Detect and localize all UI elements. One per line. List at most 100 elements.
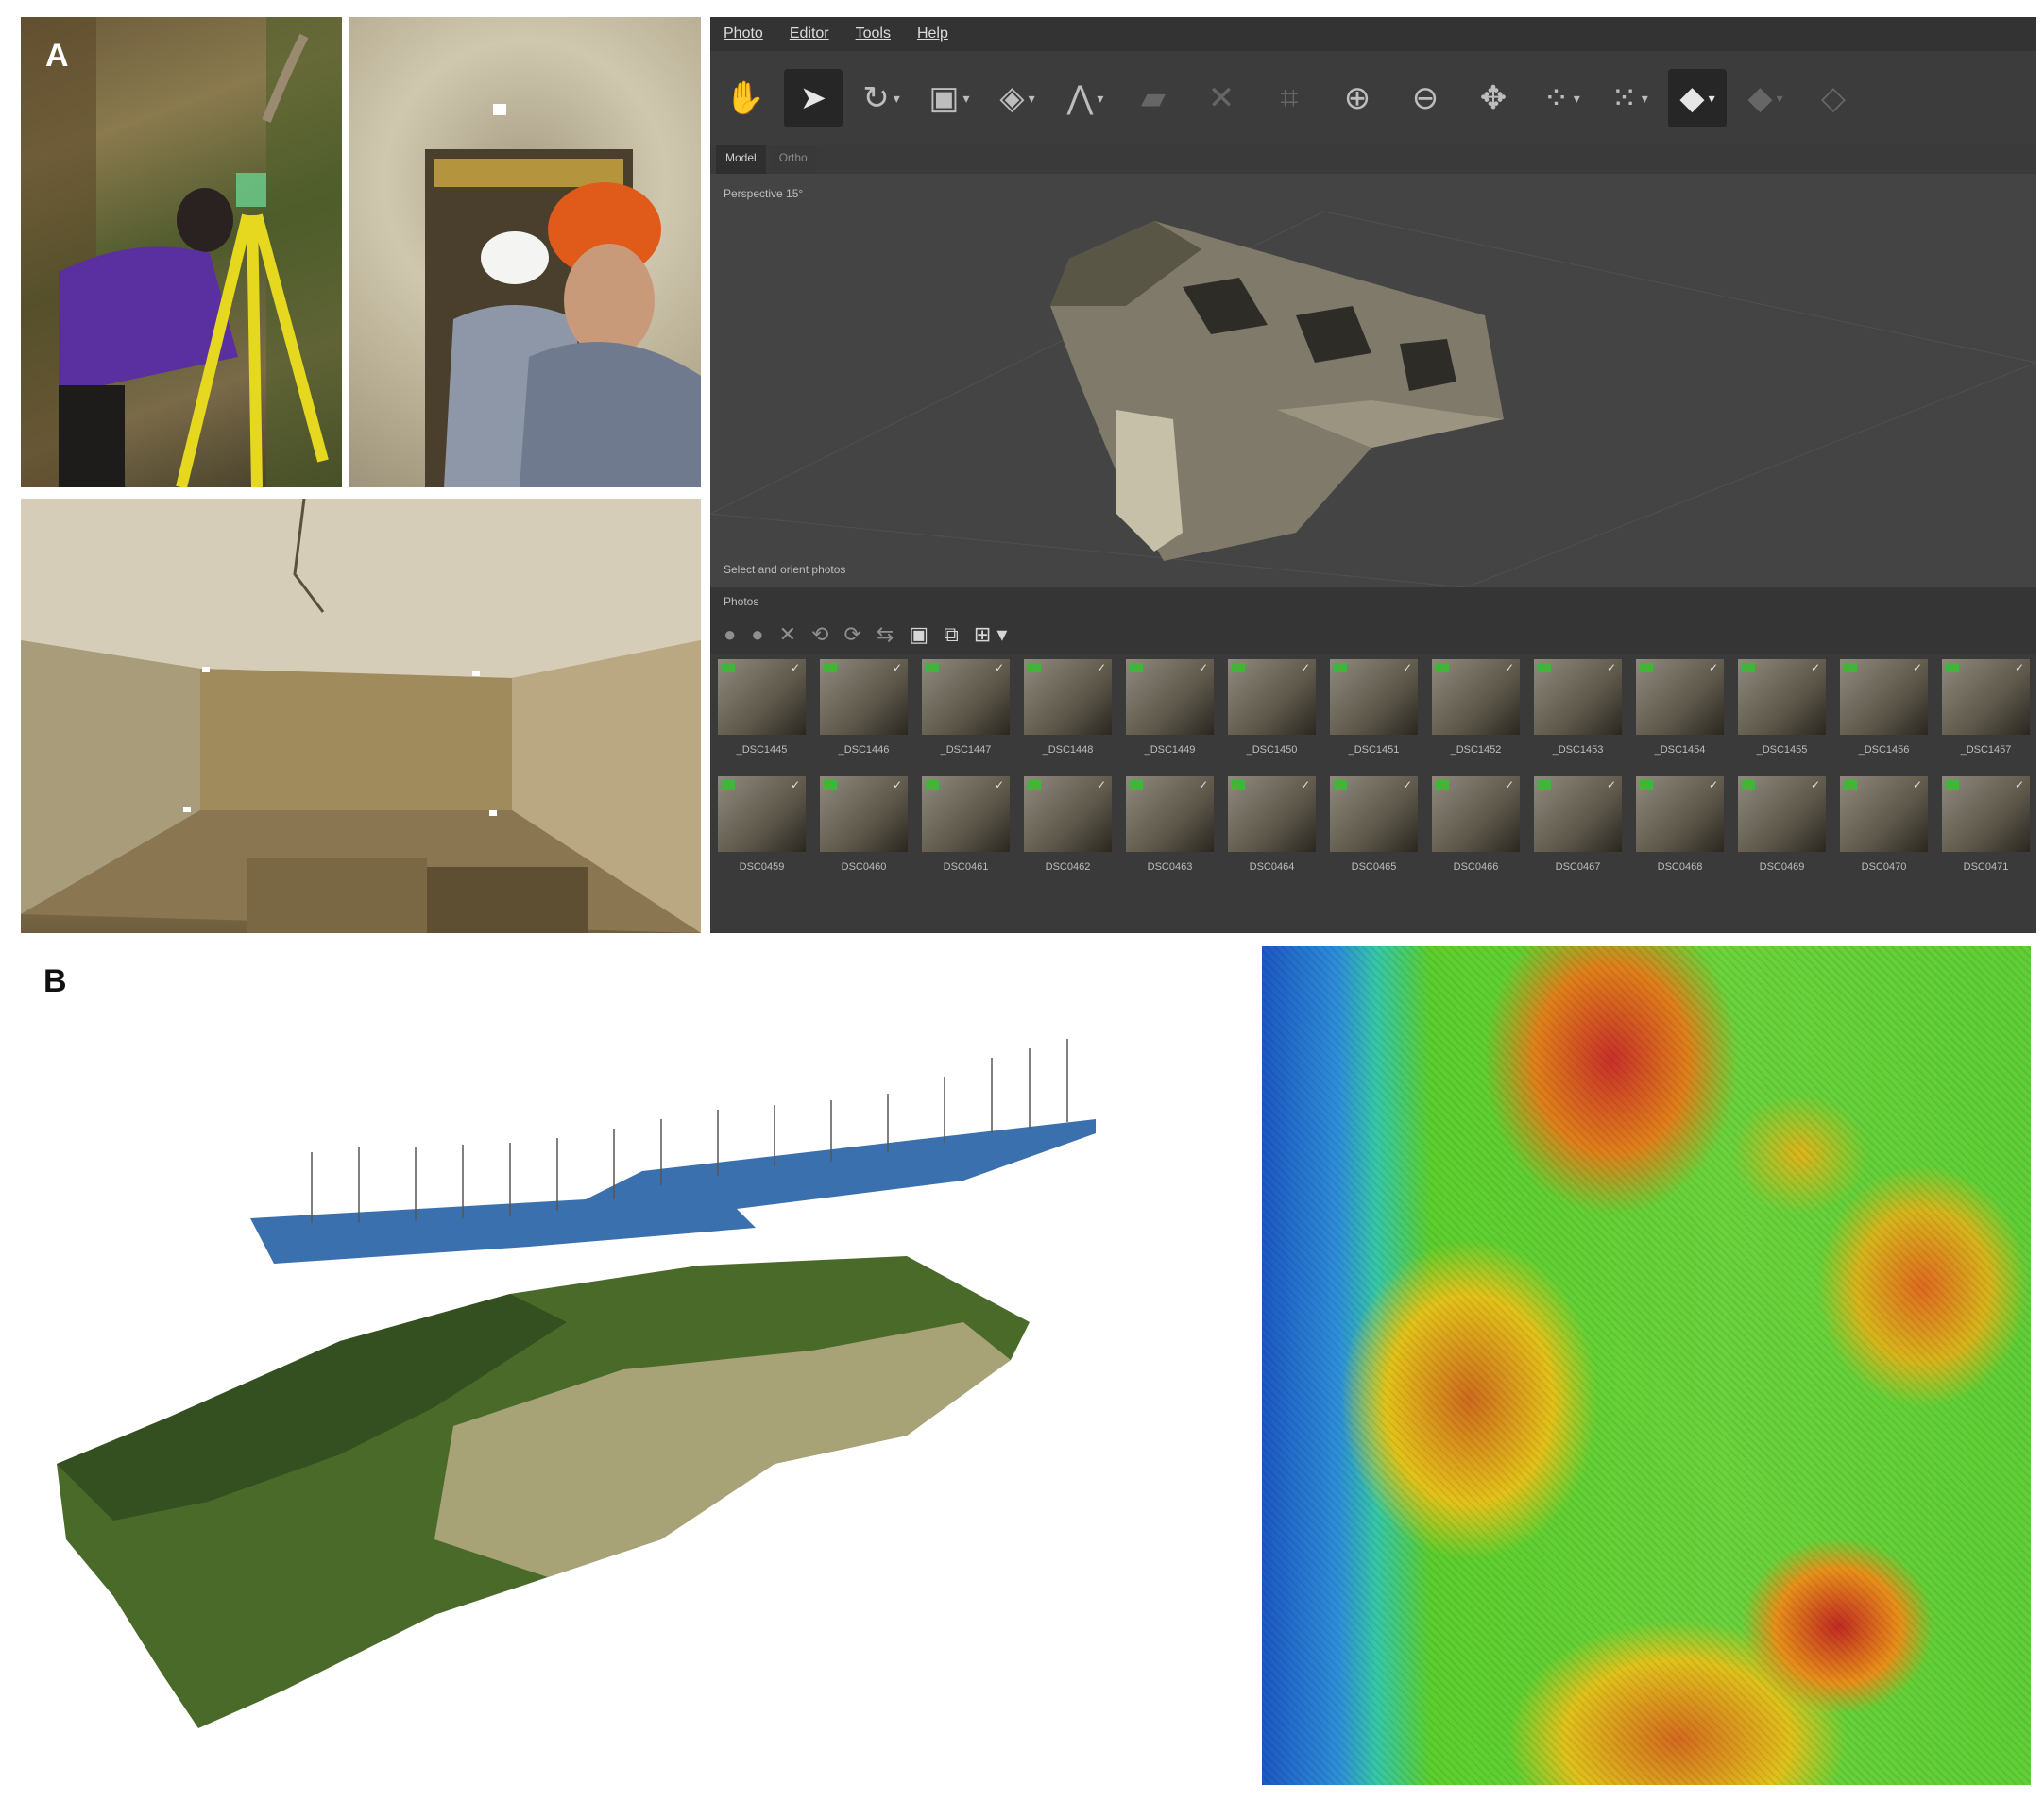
photo-thumb[interactable]: ✓ DSC0461 — [922, 776, 1010, 873]
photo-thumb[interactable]: ✓ DSC0463 — [1126, 776, 1214, 873]
photo-thumb[interactable]: ✓ DSC0471 — [1942, 776, 2030, 873]
chamber-photo — [21, 499, 701, 933]
rotate-right-icon[interactable]: ⟳ — [843, 622, 860, 647]
tab-model[interactable]: Model — [716, 145, 766, 174]
photo-thumb[interactable]: ✓ _DSC1447 — [922, 659, 1010, 756]
menu-tools[interactable]: Tools — [856, 25, 891, 42]
zoom-out-icon[interactable]: ⊖ — [1396, 69, 1455, 127]
panel-b-label: B — [43, 963, 67, 999]
reset-icon[interactable]: ⇆ — [877, 622, 894, 647]
photo-thumb[interactable]: ✓ DSC0470 — [1840, 776, 1928, 873]
photo-name: DSC0468 — [1657, 861, 1703, 873]
photo-name: _DSC1450 — [1246, 744, 1298, 756]
aligned-flag-icon — [824, 663, 837, 672]
photo-name: DSC0469 — [1759, 861, 1805, 873]
check-icon: ✓ — [1810, 661, 1820, 674]
photo-thumb[interactable]: ✓ _DSC1451 — [1330, 659, 1418, 756]
photo-name: _DSC1445 — [736, 744, 788, 756]
photo-thumb[interactable]: ✓ DSC0466 — [1432, 776, 1520, 873]
doorway-illustration — [425, 104, 701, 487]
dem-texture — [1262, 946, 2031, 1785]
check-icon: ✓ — [1606, 661, 1616, 674]
move-icon[interactable]: ✥ — [1464, 69, 1523, 127]
select-icon[interactable]: ➤ — [784, 69, 843, 127]
aligned-flag-icon — [1640, 663, 1653, 672]
photo-thumb[interactable]: ✓ _DSC1454 — [1636, 659, 1724, 756]
photo-name: DSC0463 — [1147, 861, 1193, 873]
mask-icon[interactable]: ▣ — [909, 622, 928, 647]
pan-icon[interactable]: ✋ — [716, 69, 775, 127]
lasso-icon[interactable]: ◈ ▾ — [988, 69, 1047, 127]
photo-name: DSC0465 — [1351, 861, 1397, 873]
texture-icon[interactable]: ◆ ▾ — [1736, 69, 1795, 127]
photo-thumb[interactable]: ✓ DSC0469 — [1738, 776, 1826, 873]
photo-thumb[interactable]: ✓ _DSC1452 — [1432, 659, 1520, 756]
view-icon[interactable]: ⧉ — [944, 622, 959, 647]
photo-thumbnails: ✓ _DSC1445 ✓ _DSC1446 ✓ _DSC1447 ✓ _DSC1448 … — [718, 659, 2036, 924]
grid-icon[interactable]: ⁙ ▾ — [1600, 69, 1659, 127]
photo-name: _DSC1452 — [1450, 744, 1502, 756]
enable-camera-icon[interactable]: ● — [724, 622, 736, 647]
rect-select-icon[interactable]: ▣ ▾ — [920, 69, 979, 127]
shading-icon[interactable]: ◇ — [1804, 69, 1863, 127]
photo-name: DSC0459 — [739, 861, 785, 873]
photo-thumb[interactable]: ✓ DSC0464 — [1228, 776, 1316, 873]
remove-camera-icon[interactable]: ✕ — [779, 622, 796, 647]
photo-thumb[interactable]: ✓ _DSC1456 — [1840, 659, 1928, 756]
digital-elevation-model-map — [1262, 946, 2031, 1785]
aligned-flag-icon — [1130, 780, 1143, 790]
disable-camera-icon[interactable]: ● — [751, 622, 763, 647]
menu-photo[interactable]: Photo — [724, 25, 763, 42]
photo-thumb[interactable]: ✓ _DSC1457 — [1942, 659, 2030, 756]
aligned-flag-icon — [1742, 663, 1755, 672]
photo-thumb[interactable]: ✓ DSC0465 — [1330, 776, 1418, 873]
menu-editor[interactable]: Editor — [790, 25, 829, 42]
check-icon: ✓ — [1504, 661, 1514, 674]
photo-thumb[interactable]: ✓ _DSC1445 — [718, 659, 806, 756]
crop-icon[interactable]: ⌗ — [1260, 69, 1319, 127]
ruler-icon[interactable]: ⋀ ▾ — [1056, 69, 1115, 127]
delete-icon[interactable]: ✕ — [1192, 69, 1251, 127]
photo-thumb[interactable]: ✓ DSC0468 — [1636, 776, 1724, 873]
menu-bar: Photo Editor Tools Help — [710, 17, 2036, 51]
rotate-left-icon[interactable]: ⟲ — [811, 622, 828, 647]
check-icon: ✓ — [1708, 661, 1718, 674]
photo-thumb[interactable]: ✓ _DSC1449 — [1126, 659, 1214, 756]
check-icon: ✓ — [790, 661, 800, 674]
model-icon[interactable]: ◆ ▾ — [1668, 69, 1727, 127]
check-icon: ✓ — [1300, 778, 1310, 791]
rotate-icon[interactable]: ↻ ▾ — [852, 69, 911, 127]
tab-ortho[interactable]: Ortho — [769, 145, 817, 174]
check-icon: ✓ — [2014, 778, 2024, 791]
aligned-flag-icon — [722, 663, 735, 672]
photo-thumb[interactable]: ✓ _DSC1455 — [1738, 659, 1826, 756]
photo-thumb[interactable]: ✓ DSC0459 — [718, 776, 806, 873]
photo-name: DSC0466 — [1453, 861, 1499, 873]
menu-help[interactable]: Help — [917, 25, 948, 42]
photo-thumb[interactable]: ✓ _DSC1453 — [1534, 659, 1622, 756]
measure-icon[interactable]: ▰ — [1124, 69, 1183, 127]
thumbnail-size-icon[interactable]: ⊞ ▾ — [974, 622, 1008, 647]
aligned-flag-icon — [1028, 663, 1041, 672]
aligned-flag-icon — [1334, 663, 1347, 672]
photo-thumb[interactable]: ✓ _DSC1450 — [1228, 659, 1316, 756]
photo-name: _DSC1457 — [1960, 744, 2012, 756]
photo-name: DSC0460 — [841, 861, 887, 873]
cameras-icon[interactable]: ⁘ ▾ — [1532, 69, 1591, 127]
tomb-model-render — [710, 211, 2036, 587]
photo-thumb[interactable]: ✓ DSC0467 — [1534, 776, 1622, 873]
check-icon: ✓ — [1912, 778, 1922, 791]
aligned-flag-icon — [1334, 780, 1347, 790]
photo-name: DSC0461 — [943, 861, 989, 873]
photogrammetry-software-window: Photo Editor Tools Help ✋ ➤ ↻ ▾ ▣ ▾ ◈ ▾ ⋀ ▾ … — [710, 17, 2036, 933]
3d-viewport[interactable]: Perspective 15° Select and orient photos — [710, 174, 2036, 587]
photo-name: _DSC1455 — [1756, 744, 1808, 756]
photo-name: _DSC1453 — [1552, 744, 1604, 756]
photo-thumb[interactable]: ✓ _DSC1446 — [820, 659, 908, 756]
photo-thumb[interactable]: ✓ _DSC1448 — [1024, 659, 1112, 756]
photo-thumb[interactable]: ✓ DSC0462 — [1024, 776, 1112, 873]
aligned-flag-icon — [1946, 663, 1959, 672]
zoom-in-icon[interactable]: ⊕ — [1328, 69, 1387, 127]
check-icon: ✓ — [994, 661, 1004, 674]
photo-thumb[interactable]: ✓ DSC0460 — [820, 776, 908, 873]
